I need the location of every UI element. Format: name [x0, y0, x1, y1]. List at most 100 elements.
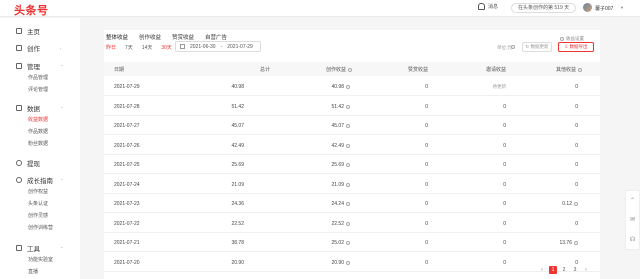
cell-creation: 24.24 [331, 201, 350, 207]
cell-reward: 0 [425, 162, 428, 168]
info-icon[interactable] [346, 260, 350, 265]
cell-total: 25.69 [231, 162, 244, 168]
cell-date: 2021-07-23 [114, 201, 140, 207]
logo[interactable]: 头条号 [14, 2, 49, 18]
tab-overall[interactable]: 整体收益 [106, 33, 128, 41]
sidebar-sub-inspiration[interactable]: 创作灵感 [28, 212, 48, 219]
cell-value: 2021-07-29 [114, 84, 140, 90]
range-7d[interactable]: 7天 [125, 44, 133, 51]
page-1[interactable]: 1 [549, 266, 557, 274]
sidebar-sub-rights[interactable]: 创作权益 [28, 188, 48, 195]
table-header: 日期 总计 创作收益 赞赏收益 邀请收益 其他收益 [104, 62, 600, 76]
export-button[interactable]: ⇩ 数据导出 [558, 42, 594, 52]
sidebar-sub-income[interactable]: 收益数据 [28, 116, 48, 123]
cell-reward: 0 [425, 201, 428, 207]
messages-button[interactable]: 消息 [478, 3, 498, 10]
info-icon[interactable] [346, 124, 350, 128]
range-yesterday[interactable]: 昨日 [106, 44, 116, 51]
help-icon[interactable] [348, 67, 353, 72]
sidebar-item-growth[interactable]: 成长指南 ⌃ [16, 175, 63, 185]
cell-total: 20.90 [231, 260, 244, 266]
range-14d[interactable]: 14天 [142, 44, 153, 51]
cell-value: 0 [575, 259, 578, 266]
avatar[interactable] [583, 3, 592, 12]
cell-value: 0 [503, 103, 506, 110]
cell-date: 2021-07-21 [114, 240, 140, 246]
range-30d[interactable]: 30天 [161, 44, 172, 51]
sidebar-sub-works[interactable]: 作品管理 [28, 74, 48, 81]
col-label: 其他收益 [556, 67, 577, 73]
page-2[interactable]: 2 [560, 266, 568, 274]
info-icon[interactable] [574, 241, 578, 245]
chevron-down-icon[interactable]: ▼ [620, 5, 624, 10]
cell-value: 25.69 [231, 162, 244, 168]
cell-value: 0 [575, 123, 578, 129]
help-icon[interactable] [578, 67, 583, 72]
info-icon[interactable] [346, 202, 350, 206]
tools-icon [16, 245, 22, 251]
col-label: 邀请收益 [486, 67, 507, 73]
cell-value: 22.52 [231, 220, 244, 227]
info-icon[interactable] [346, 221, 350, 226]
cell-value: 22.52 [331, 220, 344, 227]
cell-value: 13.76 [559, 240, 572, 246]
sidebar-item-manage[interactable]: 管理 ⌃ [16, 61, 63, 71]
cell-other: 0 [575, 182, 578, 188]
col-creation: 创作收益 [326, 66, 353, 73]
tab-reward[interactable]: 赞赏收益 [172, 33, 194, 41]
cell-value: 40.98 [231, 84, 244, 90]
sidebar-item-create[interactable]: 创作 › [16, 43, 61, 53]
cell-value: 2021-07-28 [114, 103, 140, 110]
col-reward: 赞赏收益 [408, 66, 428, 73]
info-icon[interactable] [346, 163, 350, 167]
feedback-icon[interactable]: ✉ [630, 216, 635, 223]
cell-value: 24.36 [231, 201, 244, 207]
sidebar-item-tools[interactable]: 工具 ⌃ [16, 243, 63, 253]
prev-page-button[interactable]: ‹ [538, 266, 546, 274]
cell-total: 21.09 [231, 182, 244, 188]
top-bar: 头条号 消息 在头条创作的第 519 天 薯子007 ▼ [0, 0, 640, 17]
cell-value: 38.78 [231, 240, 244, 246]
info-icon[interactable] [346, 182, 350, 187]
cell-value: 0 [425, 181, 428, 188]
cell-reward: 0 [425, 240, 428, 246]
info-icon[interactable] [346, 104, 350, 109]
cell-other: 0 [575, 221, 578, 227]
cell-value: 25.69 [331, 162, 344, 168]
cell-date: 2021-07-25 [114, 162, 140, 168]
info-icon[interactable] [346, 85, 350, 89]
sidebar-sub-live[interactable]: 直播 [28, 268, 38, 275]
sidebar-item-withdraw[interactable]: 提现 [16, 158, 40, 168]
sidebar-sub-lab[interactable]: 功能实验室 [28, 256, 53, 263]
cell-creation: 25.02 [331, 240, 350, 246]
info-icon[interactable] [511, 45, 515, 49]
sidebar-sub-camp[interactable]: 创作训练营 [28, 224, 53, 231]
cell-invite: 0 [503, 123, 506, 129]
chevron-up-icon: ⌃ [60, 63, 64, 69]
username[interactable]: 薯子007 [595, 5, 613, 12]
info-icon[interactable] [346, 241, 350, 245]
sidebar-sub-fans[interactable]: 粉丝数据 [28, 140, 48, 147]
sidebar-item-label: 提现 [27, 161, 40, 168]
next-page-button[interactable]: › [582, 266, 590, 274]
chevron-up-icon[interactable]: ⌃ [630, 197, 635, 204]
sidebar-sub-comments[interactable]: 评论管理 [28, 86, 48, 93]
page-3[interactable]: 3 [571, 266, 579, 274]
cell-creation: 42.49 [331, 143, 350, 149]
date-range-picker[interactable]: 2021-06-30 - 2021-07-29 [175, 41, 261, 52]
sidebar-sub-verify[interactable]: 头条认证 [28, 200, 48, 207]
headset-icon[interactable]: ☊ [630, 236, 635, 243]
withdraw-icon [16, 160, 22, 166]
refresh-button[interactable]: ↻ 数据更新 [522, 42, 552, 52]
cell-other: 0 [575, 260, 578, 266]
manage-icon [16, 63, 22, 69]
tab-ads[interactable]: 自营广告 [205, 33, 227, 41]
cell-value: 24.24 [331, 201, 344, 207]
tab-creation[interactable]: 创作收益 [139, 33, 161, 41]
sidebar-sub-work-data[interactable]: 作品数据 [28, 128, 48, 135]
info-icon[interactable] [574, 202, 578, 206]
sidebar-item-home[interactable]: 主页 [16, 26, 40, 36]
info-icon[interactable] [346, 143, 350, 148]
sidebar-item-data[interactable]: 数据 ⌃ [16, 103, 63, 113]
cell-value: 45.07 [331, 123, 344, 129]
